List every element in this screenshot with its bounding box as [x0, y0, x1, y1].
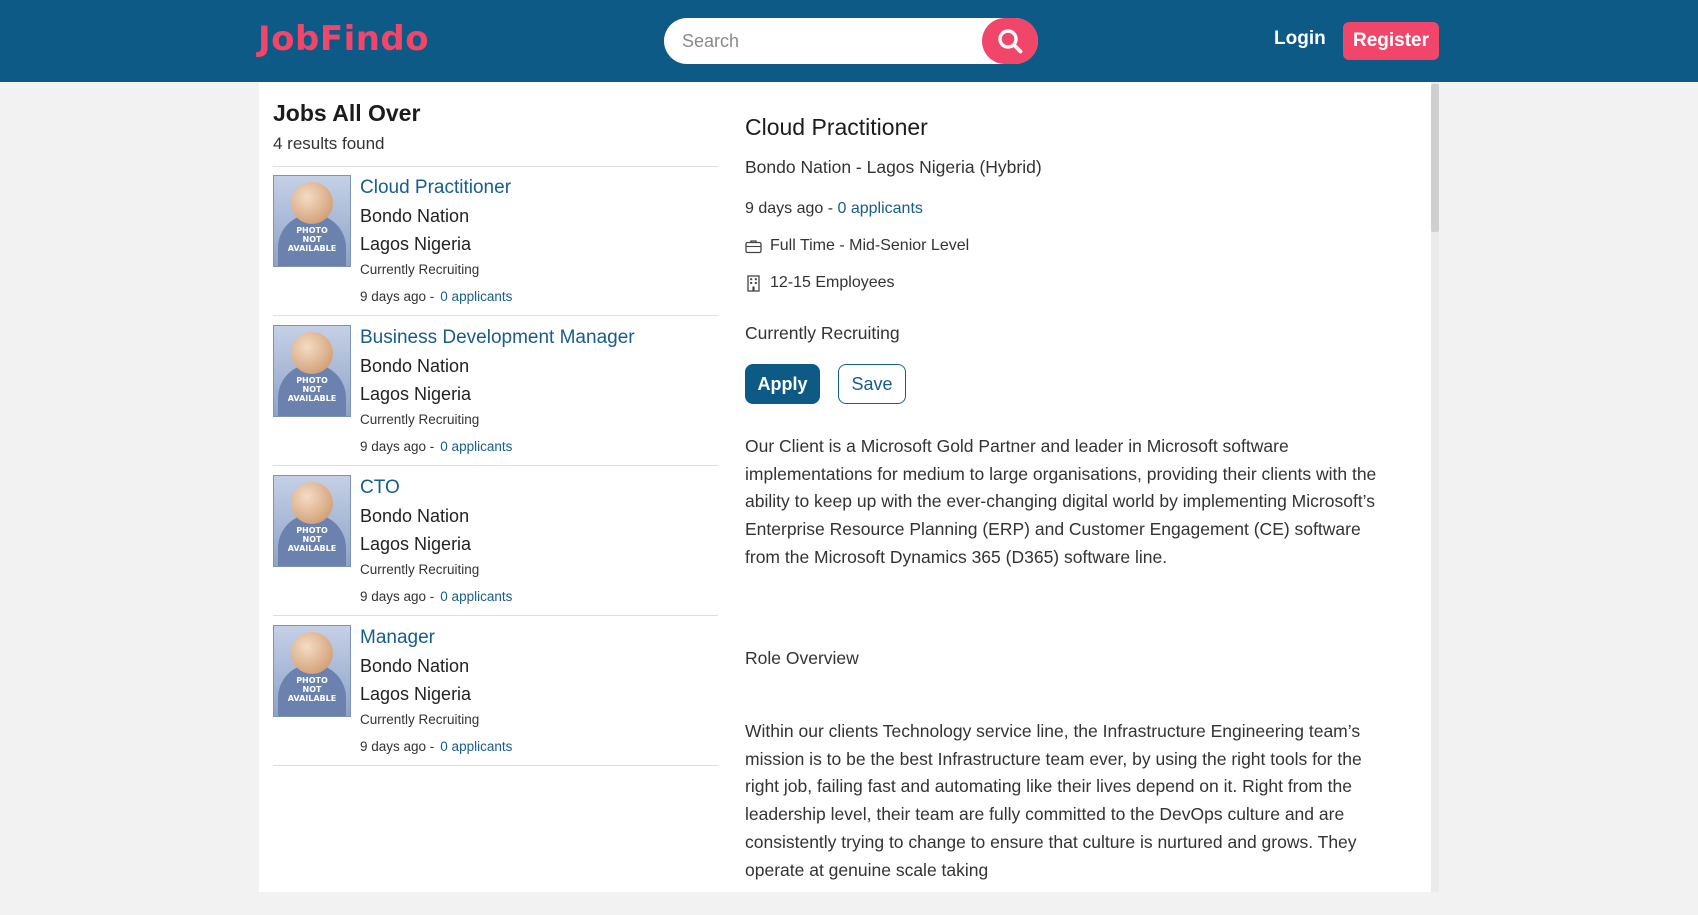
job-company: Bondo Nation: [360, 206, 470, 226]
save-button[interactable]: Save: [838, 364, 906, 404]
applicants-link[interactable]: 0 applicants: [440, 439, 512, 454]
login-link[interactable]: Login: [1274, 28, 1326, 50]
job-list-item[interactable]: PHOTO NOT AVAILABLE Cloud Practitioner Bon…: [273, 175, 718, 325]
job-location: Lagos Nigeria: [360, 234, 472, 254]
applicants-link[interactable]: 0 applicants: [440, 289, 512, 304]
applicants-link[interactable]: 0 applicants: [440, 739, 512, 754]
search-button[interactable]: [982, 18, 1038, 64]
detail-company-location: Bondo Nation - Lagos Nigeria (Hybrid): [745, 157, 1042, 177]
register-button[interactable]: Register: [1343, 22, 1439, 60]
company-logo-placeholder: PHOTO NOT AVAILABLE: [273, 175, 351, 267]
job-status: Currently Recruiting: [360, 712, 480, 727]
search-icon: [998, 29, 1023, 54]
apply-button[interactable]: Apply: [745, 364, 820, 404]
list-divider: [273, 166, 718, 167]
job-description-paragraph: Our Client is a Microsoft Gold Partner a…: [745, 436, 1377, 567]
job-list-item[interactable]: PHOTO NOT AVAILABLE CTO Bondo Nation Lagos…: [273, 475, 718, 625]
job-posted: 9 days ago -: [360, 289, 435, 304]
photo-not-available-text: PHOTO NOT AVAILABLE: [287, 226, 337, 253]
job-meta: 9 days ago - 0 applicants: [360, 439, 512, 454]
job-company: Bondo Nation: [360, 506, 470, 526]
detail-company-size: 12-15 Employees: [770, 274, 895, 291]
company-logo-placeholder: PHOTO NOT AVAILABLE: [273, 325, 351, 417]
detail-job-type: Full Time - Mid-Senior Level: [770, 237, 970, 254]
job-meta: 9 days ago - 0 applicants: [360, 289, 512, 304]
detail-job-type-row: Full Time - Mid-Senior Level: [745, 237, 969, 255]
job-description-heading: Role Overview: [745, 648, 859, 668]
site-logo[interactable]: JobFindo: [258, 19, 429, 59]
list-divider: [273, 315, 718, 316]
job-location: Lagos Nigeria: [360, 534, 472, 554]
detail-posted: 9 days ago -: [745, 200, 838, 217]
detail-applicants-link[interactable]: 0 applicants: [838, 200, 923, 217]
scrollbar-thumb[interactable]: [1431, 84, 1439, 232]
job-posted: 9 days ago -: [360, 439, 435, 454]
list-title: Jobs All Over: [273, 100, 421, 126]
search-bar: [664, 18, 1038, 64]
job-status: Currently Recruiting: [360, 262, 480, 277]
job-company: Bondo Nation: [360, 356, 470, 376]
detail-job-title: Cloud Practitioner: [745, 114, 928, 140]
job-location: Lagos Nigeria: [360, 684, 472, 704]
job-location: Lagos Nigeria: [360, 384, 472, 404]
list-divider: [273, 765, 718, 766]
photo-not-available-text: PHOTO NOT AVAILABLE: [287, 676, 337, 703]
job-description-paragraph: Within our clients Technology service li…: [745, 721, 1362, 880]
detail-company-size-row: 12-15 Employees: [745, 274, 895, 292]
list-divider: [273, 615, 718, 616]
detail-status: Currently Recruiting: [745, 323, 900, 343]
job-company: Bondo Nation: [360, 656, 470, 676]
job-title-link[interactable]: Cloud Practitioner: [360, 177, 511, 199]
list-divider: [273, 465, 718, 466]
job-status: Currently Recruiting: [360, 412, 480, 427]
job-meta: 9 days ago - 0 applicants: [360, 589, 512, 604]
job-posted: 9 days ago -: [360, 589, 435, 604]
photo-not-available-text: PHOTO NOT AVAILABLE: [287, 376, 337, 403]
top-navbar: JobFindo Login Register: [0, 0, 1698, 82]
detail-meta: 9 days ago - 0 applicants: [745, 200, 923, 218]
applicants-link[interactable]: 0 applicants: [440, 589, 512, 604]
job-posted: 9 days ago -: [360, 739, 435, 754]
job-list-item[interactable]: PHOTO NOT AVAILABLE Manager Bondo Nation L…: [273, 625, 718, 775]
job-title-link[interactable]: Business Development Manager: [360, 327, 635, 349]
job-title-link[interactable]: Manager: [360, 627, 435, 649]
company-logo-placeholder: PHOTO NOT AVAILABLE: [273, 625, 351, 717]
job-status: Currently Recruiting: [360, 562, 480, 577]
results-count: 4 results found: [273, 134, 385, 153]
job-list-item[interactable]: PHOTO NOT AVAILABLE Business Development M…: [273, 325, 718, 475]
building-icon: [747, 274, 760, 292]
briefcase-icon: [745, 239, 762, 253]
job-meta: 9 days ago - 0 applicants: [360, 739, 512, 754]
company-logo-placeholder: PHOTO NOT AVAILABLE: [273, 475, 351, 567]
photo-not-available-text: PHOTO NOT AVAILABLE: [287, 526, 337, 553]
search-input[interactable]: [682, 18, 982, 64]
job-title-link[interactable]: CTO: [360, 477, 400, 499]
